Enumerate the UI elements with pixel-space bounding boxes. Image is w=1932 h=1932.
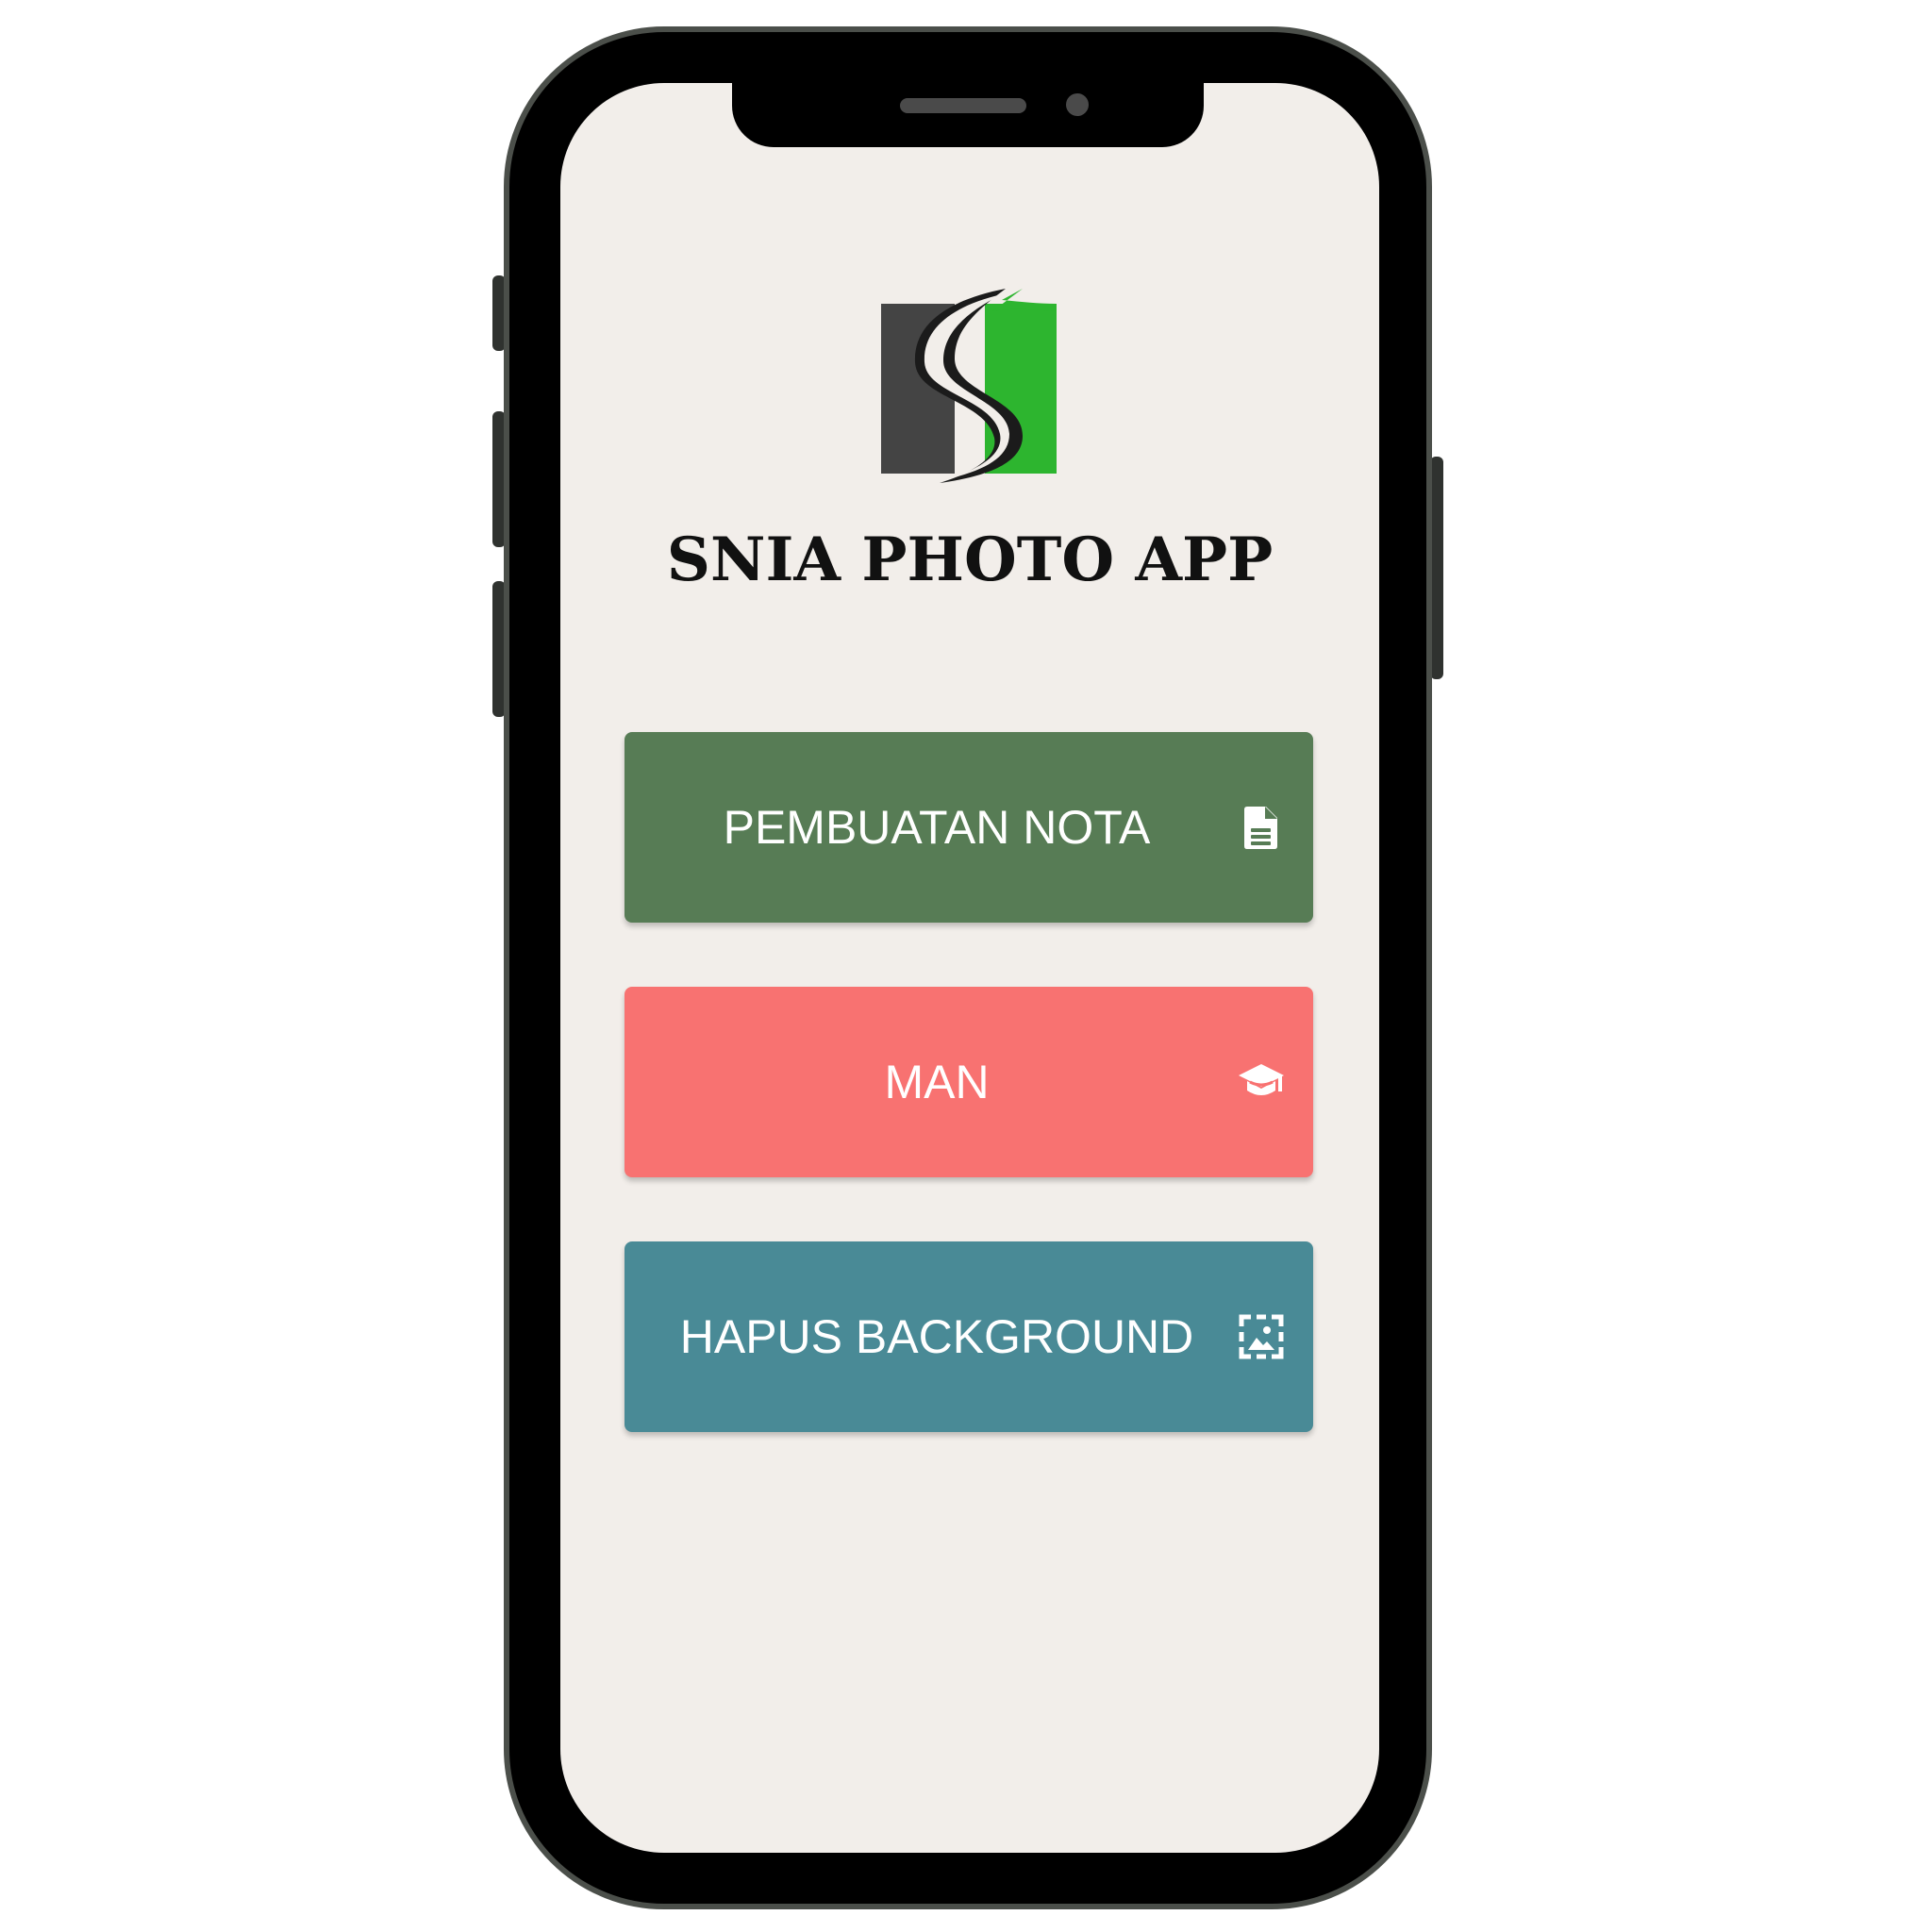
phone-power-button bbox=[1430, 457, 1443, 679]
pembuatan-nota-label: PEMBUATAN NOTA bbox=[723, 801, 1151, 854]
stage: SNIA PHOTO APP PEMBUATAN NOTA MAN HAPUS … bbox=[0, 0, 1932, 1932]
graduation-cap-icon bbox=[1239, 1064, 1284, 1095]
hapus-background-button[interactable]: HAPUS BACKGROUND bbox=[625, 1241, 1313, 1432]
app-title: SNIA PHOTO APP bbox=[666, 525, 1274, 595]
pembuatan-nota-button[interactable]: PEMBUATAN NOTA bbox=[625, 732, 1313, 923]
phone-camera bbox=[1066, 93, 1089, 116]
phone-speaker bbox=[900, 98, 1026, 113]
man-label: MAN bbox=[884, 1056, 990, 1108]
image-frame-icon bbox=[1239, 1314, 1284, 1359]
hapus-background-label: HAPUS BACKGROUND bbox=[679, 1310, 1194, 1363]
man-button[interactable]: MAN bbox=[625, 987, 1313, 1177]
document-icon bbox=[1244, 807, 1277, 849]
snia-logo-icon bbox=[881, 289, 1057, 483]
